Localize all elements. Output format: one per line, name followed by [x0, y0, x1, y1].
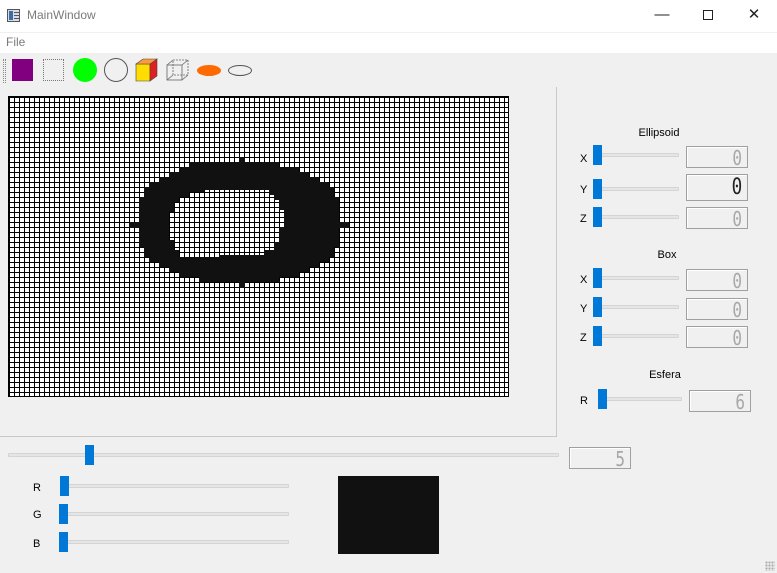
app-icon [7, 9, 20, 22]
box-z-label: Z [580, 332, 587, 344]
box-z-lcd: 0 [686, 326, 748, 350]
square-tool-button[interactable] [10, 57, 36, 83]
lcd-value: 0 [731, 175, 742, 200]
ellipsoid-y-lcd: 0 [686, 174, 748, 201]
ellipsoid-z-lcd: 0 [686, 207, 748, 231]
dotted-square-tool-button[interactable] [41, 57, 67, 83]
ellipse-outline-icon [228, 65, 252, 76]
toolbar-grip-handle[interactable] [3, 59, 6, 83]
slider-track [593, 187, 679, 191]
slider-track [593, 276, 679, 280]
slider-handle[interactable] [59, 532, 68, 552]
horizontal-splitter[interactable] [0, 436, 557, 437]
slider-track [593, 334, 679, 338]
slider-track [60, 484, 289, 488]
ellipsoid-z-slider[interactable] [593, 207, 679, 227]
menu-bar: File [0, 33, 777, 53]
slider-handle[interactable] [60, 476, 69, 496]
slider-track [598, 397, 682, 401]
ellipse-outline-tool-button[interactable] [227, 57, 253, 83]
ellipse-fill-tool-button[interactable] [196, 57, 222, 83]
filled-circle-icon [73, 58, 97, 82]
green-slider[interactable] [59, 504, 289, 524]
box-x-label: X [580, 274, 588, 286]
drawing-grid-canvas[interactable] [8, 96, 509, 397]
red-slider[interactable] [60, 476, 289, 496]
esfera-r-lcd: 6 [689, 390, 751, 414]
blue-label: B [33, 538, 41, 550]
window-title: MainWindow [27, 8, 96, 22]
maximize-button[interactable] [685, 0, 731, 32]
circle-fill-tool-button[interactable] [72, 57, 98, 83]
vertical-splitter[interactable] [556, 87, 557, 436]
lcd-value: 0 [732, 146, 742, 170]
lcd-value: 0 [732, 269, 742, 293]
slider-handle[interactable] [85, 445, 94, 465]
slider-handle[interactable] [593, 179, 602, 199]
maximize-icon [703, 10, 713, 21]
red-label: R [33, 482, 41, 494]
box-y-slider[interactable] [593, 297, 679, 317]
slider-handle[interactable] [598, 389, 607, 409]
close-icon: ✕ [747, 6, 761, 23]
box-z-slider[interactable] [593, 326, 679, 346]
slider-track [59, 540, 289, 544]
title-bar: MainWindow — ✕ [0, 0, 777, 32]
menu-file[interactable]: File [6, 35, 25, 49]
circle-outline-tool-button[interactable] [103, 57, 129, 83]
box-x-slider[interactable] [593, 268, 679, 288]
dotted-square-icon [43, 59, 64, 81]
minimize-icon: — [654, 6, 670, 23]
color-preview-swatch [338, 476, 439, 554]
slider-track [593, 215, 679, 219]
slider-handle[interactable] [593, 207, 602, 227]
box-title: Box [657, 249, 677, 261]
slider-handle[interactable] [593, 145, 602, 165]
lcd-value: 5 [615, 447, 625, 471]
wireframe-box-icon [166, 59, 189, 81]
ellipsoid-z-label: Z [580, 213, 587, 225]
close-button[interactable]: ✕ [731, 0, 777, 32]
solid-box-icon [135, 58, 158, 82]
size-lcd: 5 [569, 447, 631, 471]
ellipsoid-x-label: X [580, 153, 588, 165]
slider-track [593, 305, 679, 309]
resize-grip[interactable] [765, 561, 775, 571]
slider-handle[interactable] [593, 297, 602, 317]
filled-square-icon [12, 59, 33, 81]
ellipsoid-x-lcd: 0 [686, 146, 748, 170]
slider-track [59, 512, 289, 516]
green-label: G [33, 509, 42, 521]
box-y-lcd: 0 [686, 298, 748, 322]
minimize-button[interactable]: — [639, 0, 685, 32]
lcd-value: 0 [732, 207, 742, 231]
ellipsoid-title: Ellipsoid [638, 127, 680, 139]
size-slider[interactable] [8, 445, 559, 465]
esfera-r-label: R [580, 395, 588, 407]
slider-handle[interactable] [593, 268, 602, 288]
box-wire-tool-button[interactable] [165, 57, 191, 83]
drawn-ellipse-ring [129, 157, 349, 288]
slider-handle[interactable] [593, 326, 602, 346]
lcd-value: 0 [732, 326, 742, 350]
box-y-label: Y [580, 303, 588, 315]
ellipsoid-y-label: Y [580, 184, 588, 196]
slider-track [593, 153, 679, 157]
toolbar [0, 53, 777, 87]
box-solid-tool-button[interactable] [134, 57, 160, 83]
filled-ellipse-icon [197, 65, 221, 76]
esfera-title: Esfera [649, 369, 681, 381]
lcd-value: 0 [732, 298, 742, 322]
lcd-value: 6 [735, 390, 745, 414]
circle-outline-icon [104, 58, 128, 82]
ellipsoid-x-slider[interactable] [593, 145, 679, 165]
slider-handle[interactable] [59, 504, 68, 524]
box-x-lcd: 0 [686, 269, 748, 293]
ellipsoid-y-slider[interactable] [593, 179, 679, 199]
esfera-r-slider[interactable] [598, 389, 682, 409]
blue-slider[interactable] [59, 532, 289, 552]
